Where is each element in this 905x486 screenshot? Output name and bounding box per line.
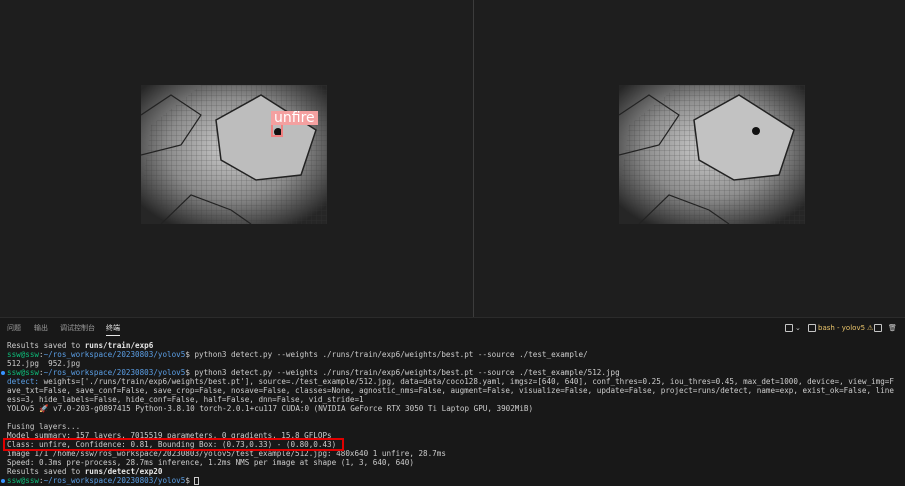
split-icon	[785, 324, 793, 332]
source-image	[619, 85, 805, 224]
highlight-annotation-box	[3, 438, 344, 451]
split-editor-button[interactable]	[874, 322, 884, 334]
detection-result-image: unfire	[141, 85, 327, 224]
terminal-cursor	[194, 477, 200, 485]
terminal-line: Results saved to runs/train/exp6	[7, 341, 154, 350]
terminal-line: YOLOv5 🚀 v7.0-203-g0897415 Python-3.8.10…	[7, 404, 534, 413]
terminal-line: Fusing layers...	[7, 422, 81, 431]
detection-label: unfire	[271, 111, 318, 125]
terminal-line: 512.jpg 952.jpg	[7, 359, 81, 368]
command-decoration-dot	[1, 479, 5, 483]
terminal-name: bash - yolov5	[818, 324, 866, 332]
terminal-line: Results saved to runs/detect/exp20	[7, 467, 163, 476]
image-preview-pane-left: unfire	[0, 0, 473, 317]
command-decoration-dot	[1, 371, 5, 375]
terminal-output[interactable]: Results saved to runs/train/exp6 ssw@ssw…	[0, 341, 905, 486]
terminal-line: Speed: 0.3ms pre-process, 28.7ms inferen…	[7, 458, 414, 467]
split-terminal-dropdown[interactable]: ⌄	[785, 322, 801, 334]
split-editor-icon	[874, 324, 882, 332]
tab-problems[interactable]: 问题	[7, 323, 21, 333]
panel-tabs: 问题 输出 调试控制台 终端 ⌄ bash - yolov5 ⚠ 🗑	[0, 318, 905, 338]
terminal-instance[interactable]: bash - yolov5 ⚠	[808, 322, 873, 334]
chevron-down-icon: ⌄	[795, 324, 801, 332]
tab-terminal[interactable]: 终端	[106, 323, 120, 336]
warning-icon: ⚠	[867, 324, 874, 332]
terminal-line: ess=3, hide_labels=False, hide_conf=Fals…	[7, 395, 364, 404]
terminal-prompt: ssw@ssw:~/ros_workspace/20230803/yolov5$	[7, 476, 200, 485]
terminal-icon	[808, 324, 816, 332]
bottom-panel: 问题 输出 调试控制台 终端 ⌄ bash - yolov5 ⚠ 🗑 Resul…	[0, 317, 905, 486]
editor-area: unfire	[0, 0, 905, 317]
terminal-line: detect: weights=['./runs/train/exp6/weig…	[7, 377, 894, 386]
tab-output[interactable]: 输出	[34, 323, 48, 333]
terminal-line: ssw@ssw:~/ros_workspace/20230803/yolov5$…	[7, 368, 620, 377]
tab-debug-console[interactable]: 调试控制台	[60, 323, 95, 333]
kill-terminal-button[interactable]: 🗑	[888, 322, 897, 334]
terminal-line: ssw@ssw:~/ros_workspace/20230803/yolov5$…	[7, 350, 588, 359]
image-preview-pane-right	[474, 0, 905, 317]
trash-icon: 🗑	[888, 324, 897, 332]
terminal-line: ave_txt=False, save_conf=False, save_cro…	[7, 386, 894, 395]
